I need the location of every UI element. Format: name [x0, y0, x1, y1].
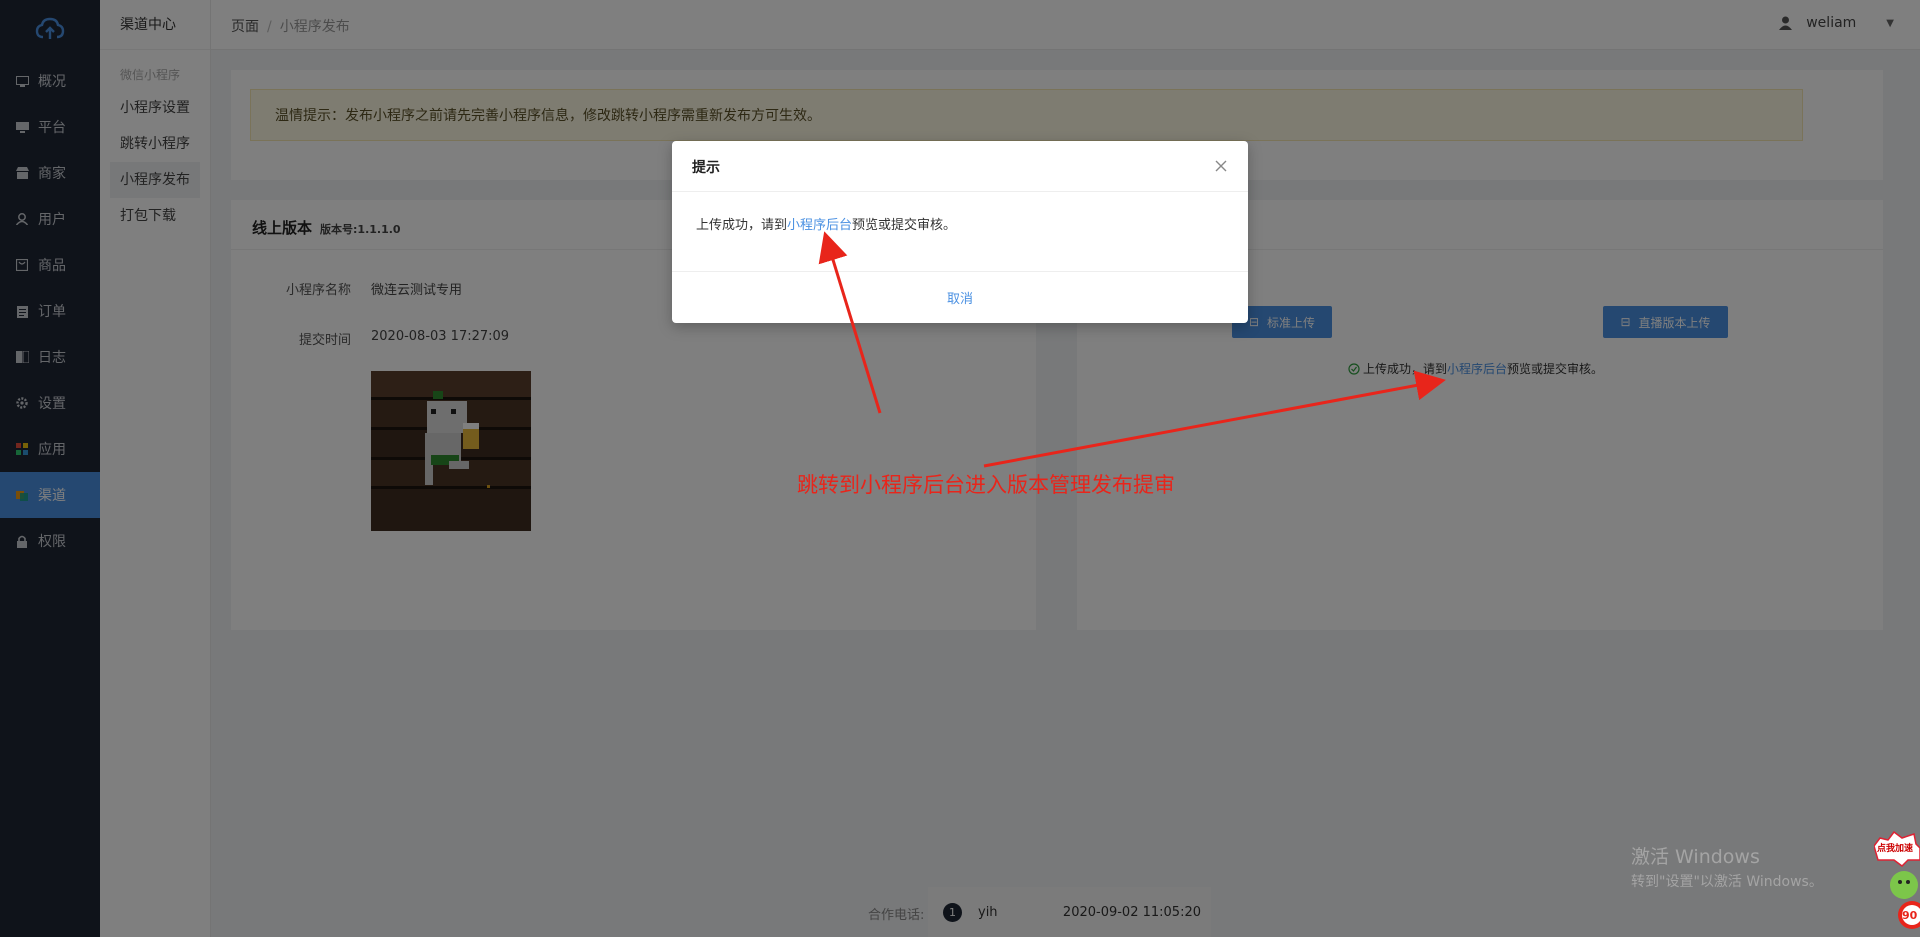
watermark-line1: 激活 Windows [1631, 846, 1760, 868]
windows-activation-watermark: 激活 Windows 转到"设置"以激活 Windows。 [1631, 842, 1823, 891]
speedup-floating-widget[interactable]: 点我加速 90 [1873, 830, 1920, 937]
close-icon[interactable] [1214, 159, 1228, 173]
dialog-header: 提示 [672, 141, 1248, 192]
dialog-footer: 取消 [672, 272, 1248, 322]
dialog-msg-prefix: 上传成功，请到 [696, 218, 788, 233]
dialog-title: 提示 [692, 160, 720, 176]
dialog-body: 上传成功，请到小程序后台预览或提交审核。 [672, 192, 1248, 272]
speedup-number: 90 [1902, 909, 1918, 922]
tip-dialog: 提示 上传成功，请到小程序后台预览或提交审核。 取消 [672, 141, 1248, 323]
speedup-label: 点我加速 [1877, 844, 1914, 854]
annotation-text: 跳转到小程序后台进入版本管理发布提审 [797, 473, 1175, 497]
dialog-admin-link[interactable]: 小程序后台 [787, 218, 852, 233]
dialog-msg-suffix: 预览或提交审核。 [852, 218, 957, 233]
cancel-button[interactable]: 取消 [947, 288, 973, 307]
watermark-line2: 转到"设置"以激活 Windows。 [1631, 874, 1823, 890]
